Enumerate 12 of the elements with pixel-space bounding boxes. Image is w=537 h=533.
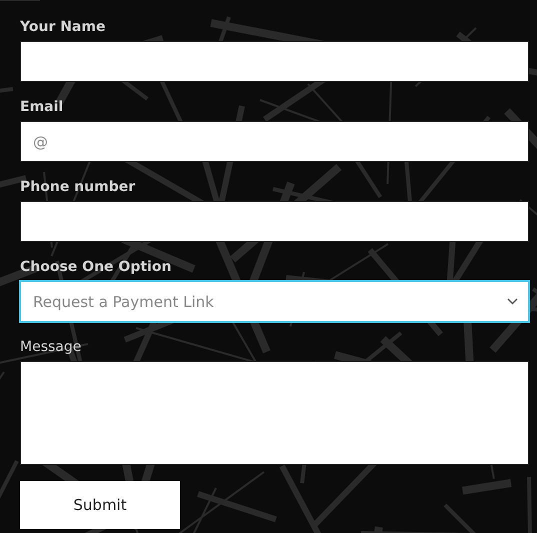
input-field[interactable] [20, 201, 529, 242]
message-field[interactable] [20, 361, 529, 465]
field-label: Message [20, 338, 82, 356]
field-label: Choose One Option [20, 258, 172, 276]
chevron-down-icon [507, 298, 518, 305]
field-label: Email [20, 98, 64, 116]
input-field[interactable]: @ [20, 121, 529, 162]
input-field[interactable] [20, 41, 529, 82]
field-label: Phone number [20, 178, 136, 196]
field-label: Your Name [20, 18, 106, 36]
submit-button[interactable]: Submit [20, 481, 180, 529]
dropdown-select[interactable]: Request a Payment Link [20, 281, 529, 322]
